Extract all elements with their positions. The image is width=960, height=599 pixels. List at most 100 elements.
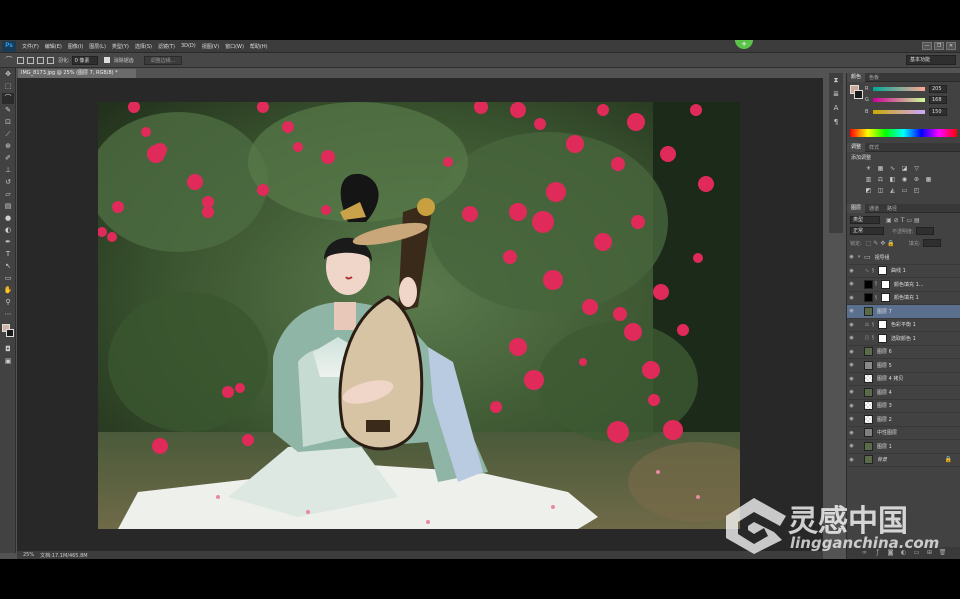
layer-row[interactable]: ◉ ◰ § 选取颜色 1 <box>847 332 960 346</box>
layer-mask[interactable] <box>878 320 887 330</box>
channel-mixer-icon[interactable]: ⊛ <box>913 176 920 183</box>
intersect-selection-icon[interactable] <box>47 56 54 64</box>
posterize-icon[interactable]: ◫ <box>877 187 884 194</box>
layer-thumbnail[interactable] <box>864 441 873 451</box>
add-selection-icon[interactable] <box>27 56 34 64</box>
eyedropper-tool-icon[interactable]: ⟋ <box>2 129 14 140</box>
g-slider[interactable] <box>873 98 925 102</box>
layer-row[interactable]: ◉ § 颜色填充 1 <box>847 292 960 305</box>
blur-tool-icon[interactable]: ● <box>2 213 14 224</box>
visibility-eye-icon[interactable]: ◉ <box>847 362 856 368</box>
quick-mask-icon[interactable]: ◘ <box>2 344 14 355</box>
move-tool-icon[interactable]: ✥ <box>2 69 14 80</box>
tab-color[interactable]: 颜色 <box>847 72 866 82</box>
antialias-checkbox[interactable] <box>103 57 110 63</box>
color-spectrum[interactable] <box>850 129 957 137</box>
r-slider[interactable] <box>873 87 925 91</box>
character-icon[interactable]: A <box>830 104 842 115</box>
menu-select[interactable]: 选择(S) <box>135 43 152 50</box>
layer-kind-filter[interactable]: 类型 <box>850 216 880 224</box>
g-value[interactable]: 168 <box>929 96 947 104</box>
menu-edit[interactable]: 编辑(E) <box>45 43 62 50</box>
layer-mask[interactable] <box>878 333 887 343</box>
refine-edge-button[interactable]: 调整边缘... <box>143 55 183 65</box>
eraser-tool-icon[interactable]: ▱ <box>2 189 14 200</box>
fill-input[interactable] <box>922 239 941 247</box>
layer-thumbnail[interactable] <box>864 428 873 438</box>
layer-thumbnail[interactable] <box>864 306 873 316</box>
brush-tool-icon[interactable]: ✐ <box>2 153 14 164</box>
feather-input[interactable]: 0 像素 <box>71 55 98 65</box>
gradient-tool-icon[interactable]: ▤ <box>2 201 14 212</box>
zoom-tool-icon[interactable]: ⚲ <box>2 297 14 308</box>
photo-filter-icon[interactable]: ◉ <box>901 176 908 183</box>
document-tab[interactable]: IMG_8173.jpg @ 25% (图层 7, RGB/8) * <box>18 69 136 78</box>
layer-row[interactable]: ◉ 图层 3 <box>847 400 960 413</box>
visibility-eye-icon[interactable]: ◉ <box>847 322 856 328</box>
layer-thumbnail[interactable] <box>864 347 873 357</box>
r-value[interactable]: 205 <box>929 85 947 93</box>
properties-icon[interactable]: ≣ <box>830 90 842 101</box>
selective-color-icon[interactable]: ◰ <box>913 187 920 194</box>
color-lookup-icon[interactable]: ▦ <box>925 176 932 183</box>
menu-help[interactable]: 帮助(H) <box>250 43 268 50</box>
background-color[interactable] <box>6 329 14 337</box>
visibility-eye-icon[interactable]: ◉ <box>847 335 856 341</box>
layer-thumbnail[interactable] <box>864 387 873 397</box>
menu-file[interactable]: 文件(F) <box>22 43 39 50</box>
menu-view[interactable]: 视图(V) <box>202 43 219 50</box>
lasso-preset-icon[interactable]: ⌒ <box>4 55 14 65</box>
layer-row[interactable]: ◉ 图层 1 <box>847 440 960 454</box>
layer-row[interactable]: ◉ 图层 6 <box>847 346 960 359</box>
b-value[interactable]: 150 <box>929 108 947 116</box>
minimize-button[interactable]: — <box>922 42 932 50</box>
layer-mask[interactable] <box>881 279 890 289</box>
type-tool-icon[interactable]: T <box>2 249 14 260</box>
filter-icons[interactable]: ▣⊘T▭▤ <box>886 217 922 224</box>
history-icon[interactable]: ⧗ <box>830 76 842 87</box>
layer-row[interactable]: ◉ ▾ ▭ 视导组 <box>847 251 960 265</box>
exposure-icon[interactable]: ◪ <box>901 165 908 172</box>
visibility-eye-icon[interactable]: ◉ <box>847 443 856 449</box>
menu-layer[interactable]: 图层(L) <box>89 43 106 50</box>
visibility-eye-icon[interactable]: ◉ <box>847 416 856 422</box>
menu-image[interactable]: 图像(I) <box>68 43 83 50</box>
layer-thumbnail[interactable] <box>864 414 873 424</box>
tab-styles[interactable]: 样式 <box>865 144 883 151</box>
crop-tool-icon[interactable]: ⊡ <box>2 117 14 128</box>
layer-row[interactable]: ◉ ∿ § 曲线 1 <box>847 265 960 278</box>
visibility-eye-icon[interactable]: ◉ <box>847 376 856 382</box>
expand-arrow-icon[interactable]: ▾ <box>856 254 862 260</box>
expand-icon[interactable]: + <box>735 40 753 49</box>
vibrance-icon[interactable]: ▽ <box>913 165 920 172</box>
gradient-map-icon[interactable]: ▭ <box>901 187 908 194</box>
blend-mode-select[interactable]: 正常 <box>850 227 884 235</box>
dodge-tool-icon[interactable]: ◐ <box>2 225 14 236</box>
document-photo[interactable] <box>98 102 740 529</box>
close-button[interactable]: ✕ <box>946 42 956 50</box>
tab-adjustments[interactable]: 调整 <box>847 142 866 152</box>
paragraph-icon[interactable]: ¶ <box>830 118 842 129</box>
menu-filter[interactable]: 滤镜(T) <box>158 43 175 50</box>
workspace-select[interactable]: 基本功能 <box>906 55 956 65</box>
lock-icon[interactable]: 🔒 <box>945 456 952 463</box>
layer-thumbnail[interactable] <box>864 455 873 465</box>
path-select-tool-icon[interactable]: ↖ <box>2 261 14 272</box>
screen-mode-icon[interactable]: ▣ <box>2 356 14 367</box>
layer-row[interactable]: ◉ 图层 2 <box>847 413 960 427</box>
visibility-eye-icon[interactable]: ◉ <box>847 403 856 409</box>
visibility-eye-icon[interactable]: ◉ <box>847 308 856 314</box>
opacity-input[interactable] <box>915 227 934 235</box>
visibility-eye-icon[interactable]: ◉ <box>847 389 856 395</box>
tab-swatches[interactable]: 色板 <box>865 74 883 81</box>
new-selection-icon[interactable] <box>17 56 24 64</box>
tab-channels[interactable]: 通道 <box>865 205 883 212</box>
layer-row-selected[interactable]: ◉ 图层 7 <box>847 305 960 319</box>
stamp-tool-icon[interactable]: ⊥ <box>2 165 14 176</box>
pen-tool-icon[interactable]: ✒ <box>2 237 14 248</box>
levels-icon[interactable]: ▦ <box>877 165 884 172</box>
healing-tool-icon[interactable]: ⊕ <box>2 141 14 152</box>
layer-row[interactable]: ◉ 中性图层 <box>847 427 960 440</box>
curves-icon[interactable]: ∿ <box>889 165 896 172</box>
hand-tool-icon[interactable]: ✋ <box>2 285 14 296</box>
